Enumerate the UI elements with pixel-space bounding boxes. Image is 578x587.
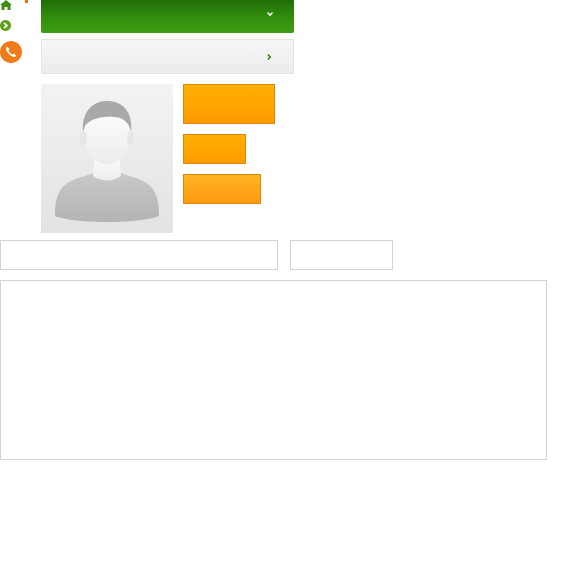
orange-marker [25,0,28,3]
secondary-dropdown[interactable] [41,39,294,74]
phone-icon[interactable] [0,41,22,63]
avatar [41,84,173,233]
action-button-tertiary[interactable] [183,174,261,204]
action-button-primary[interactable] [183,84,275,124]
default-avatar-icon [55,100,159,222]
arrow-right-circle-icon[interactable] [0,20,11,31]
action-button-secondary[interactable] [183,134,246,164]
text-input-long[interactable] [0,240,278,270]
text-input-short[interactable] [290,240,393,270]
chevron-down-icon [266,12,274,17]
page [0,0,578,587]
message-textarea[interactable] [0,280,547,460]
chevron-right-icon [267,54,272,60]
primary-dropdown[interactable] [41,0,294,33]
home-icon[interactable] [0,0,12,10]
